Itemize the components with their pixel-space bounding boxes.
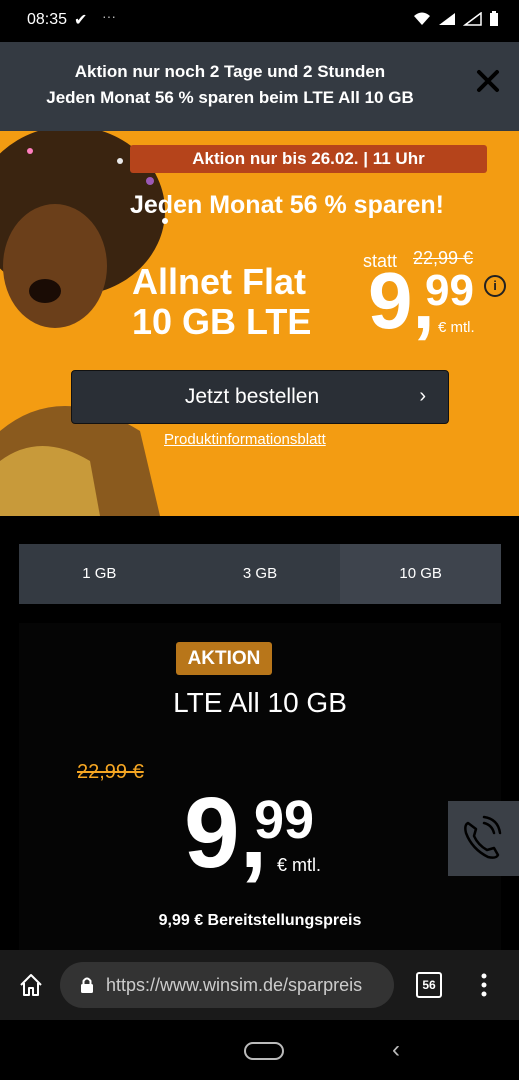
data-volume-tabs: 1 GB 3 GB 10 GB [19,544,502,604]
url-text: https://www.winsim.de/sparpreis [106,975,363,995]
phone-icon [464,815,502,859]
more-menu-icon[interactable] [478,972,490,998]
signal-icon [439,13,455,25]
tab-10gb[interactable]: 10 GB [340,544,502,604]
info-icon[interactable]: i [484,275,506,297]
card-old-price: 22,99 € [77,761,144,783]
browser-toolbar: https://www.winsim.de/sparpreis 56 [0,950,519,1020]
checkmark-icon: ✔ [74,12,88,29]
product-info-sheet-link[interactable]: Produktinformationsblatt [164,431,326,448]
call-button[interactable] [448,801,519,876]
nav-home-button[interactable] [244,1042,284,1060]
home-icon[interactable] [18,972,44,998]
card-price-unit: € mtl. [277,855,322,875]
setup-fee: 9,99 € Bereitstellungspreis [158,912,362,929]
nav-back-icon[interactable]: ‹ [392,1036,400,1064]
hero-headline: Jeden Monat 56 % sparen! [130,191,444,219]
product-name-line-1: Allnet Flat [132,261,307,302]
tariff-title: LTE All 10 GB [173,687,347,718]
price-unit: € mtl. [438,319,475,336]
promo-line-2: Jeden Monat 56 % sparen beim LTE All 10 … [46,88,414,107]
promo-line-1: Aktion nur noch 2 Tage und 2 Stunden [74,62,386,81]
status-overflow: ··· [102,8,116,24]
promo-badge: AKTION [176,642,272,675]
tab-count-button[interactable]: 56 [416,972,442,998]
status-bar: 08:35 ✔ ··· [0,0,519,42]
card-price-decimal: 99 [254,790,315,850]
battery-icon [490,11,498,26]
tab-3gb[interactable]: 3 GB [180,544,341,604]
close-icon[interactable] [473,66,503,96]
chevron-right-icon: › [419,385,426,407]
status-icons [413,11,499,27]
order-button[interactable]: Jetzt bestellen › [71,370,449,424]
promo-deadline-badge: Aktion nur bis 26.02. | 11 Uhr [130,145,487,173]
price-decimal: 99 [425,266,474,315]
system-nav-bar: ‹ [0,1020,519,1080]
signal-icon-2 [463,12,482,26]
tariff-card: AKTION LTE All 10 GB 22,99 € 9, 99 € mtl… [19,623,501,953]
tab-1gb[interactable]: 1 GB [19,544,180,604]
product-name-line-2: 10 GB LTE [132,301,312,342]
order-button-label: Jetzt bestellen [184,385,320,408]
status-time: 08:35 [27,11,68,28]
promo-banner: Aktion nur noch 2 Tage und 2 Stunden Jed… [0,42,519,131]
lock-icon [81,977,93,993]
url-bar[interactable]: https://www.winsim.de/sparpreis [60,962,394,1008]
hero-banner: Aktion nur bis 26.02. | 11 Uhr Jeden Mon… [0,131,519,516]
wifi-icon [414,12,430,25]
